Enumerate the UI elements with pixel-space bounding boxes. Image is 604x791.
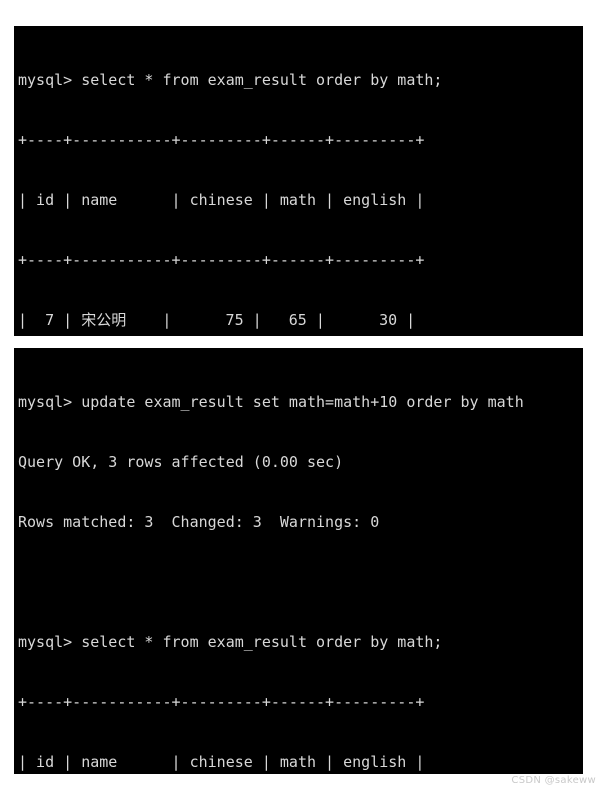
terminal-top-panel[interactable]: mysql> select * from exam_result order b…: [14, 26, 583, 336]
terminal-line: mysql> select * from exam_result order b…: [18, 633, 443, 651]
screenshot-root: mysql> select * from exam_result order b…: [0, 0, 604, 791]
terminal-bottom-panel[interactable]: mysql> update exam_result set math=math+…: [14, 348, 583, 774]
terminal-line: mysql> update exam_result set math=math+…: [18, 393, 524, 411]
table-border-top: +----+-----------+---------+------+-----…: [18, 131, 425, 149]
table-border-header: +----+-----------+---------+------+-----…: [18, 251, 425, 269]
rows-matched-message: Rows matched: 3 Changed: 3 Warnings: 0: [18, 513, 380, 531]
terminal-line: mysql> select * from exam_result order b…: [18, 71, 443, 89]
table-header-row: | id | name | chinese | math | english |: [18, 191, 425, 209]
query-ok-message: Query OK, 3 rows affected (0.00 sec): [18, 453, 344, 471]
table-header-row: | id | name | chinese | math | english |: [18, 753, 425, 771]
table-border-top: +----+-----------+---------+------+-----…: [18, 693, 425, 711]
csdn-watermark: CSDN @sakeww: [511, 775, 596, 786]
table-row: | 7 | 宋公明 | 75 | 65 | 30 |: [18, 311, 416, 329]
